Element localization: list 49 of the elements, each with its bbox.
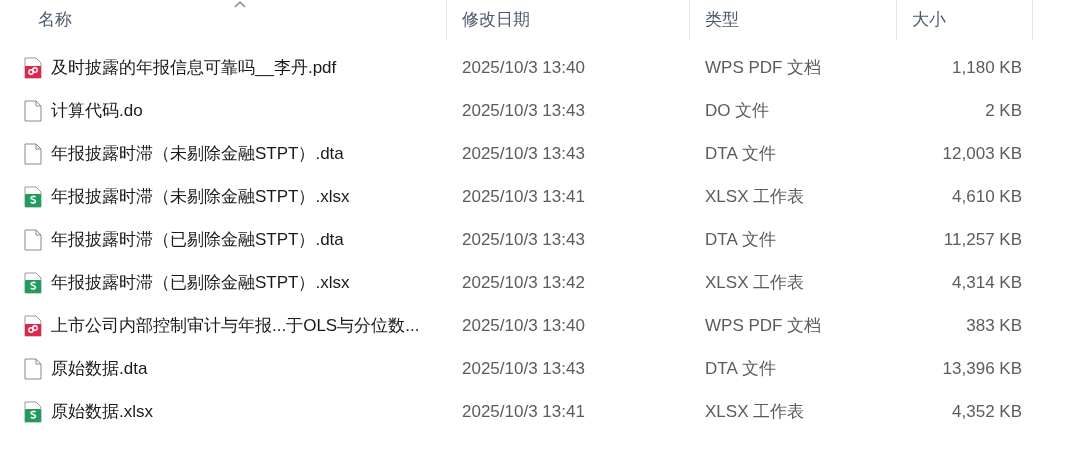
- column-header[interactable]: 名称: [38, 7, 72, 33]
- modified-date: 2025/10/3 13:42: [461, 271, 586, 294]
- modified-date: 2025/10/3 13:41: [461, 400, 586, 423]
- file-type: WPS PDF 文档: [704, 314, 823, 337]
- blank-file-icon: [24, 228, 42, 251]
- modified-date: 2025/10/3 13:40: [461, 314, 586, 337]
- column-header[interactable]: 大小: [912, 7, 946, 33]
- file-name[interactable]: 原始数据.dta: [51, 355, 148, 382]
- modified-date: 2025/10/3 13:43: [461, 228, 586, 251]
- file-type: XLSX 工作表: [704, 271, 806, 294]
- modified-date: 2025/10/3 13:43: [461, 357, 586, 380]
- modified-date: 2025/10/3 13:43: [461, 142, 586, 165]
- file-type: DTA 文件: [704, 142, 777, 165]
- file-size: 1,180 KB: [951, 56, 1022, 79]
- spreadsheet-file-icon: [24, 271, 42, 294]
- file-size: 383 KB: [965, 314, 1022, 337]
- file-name[interactable]: 上市公司内部控制审计与年报...于OLS与分位数...: [51, 312, 420, 339]
- blank-file-icon: [24, 99, 42, 122]
- file-type: DTA 文件: [704, 357, 777, 380]
- file-size: 4,610 KB: [951, 185, 1022, 208]
- blank-file-icon: [24, 357, 42, 380]
- file-size: 4,352 KB: [951, 400, 1022, 423]
- blank-file-icon: [24, 142, 42, 165]
- modified-date: 2025/10/3 13:43: [461, 99, 586, 122]
- file-type: DTA 文件: [704, 228, 777, 251]
- file-type: WPS PDF 文档: [704, 56, 823, 79]
- column-header[interactable]: 修改日期: [462, 7, 530, 33]
- file-size: 12,003 KB: [941, 142, 1022, 165]
- file-name[interactable]: 计算代码.do: [51, 97, 143, 124]
- file-name[interactable]: 年报披露时滞（未剔除金融STPT）.dta: [51, 140, 344, 167]
- file-type: XLSX 工作表: [704, 400, 806, 423]
- pdf-file-icon: [24, 314, 42, 337]
- file-type: DO 文件: [704, 99, 771, 122]
- pdf-file-icon: [24, 56, 42, 79]
- file-size: 4,314 KB: [951, 271, 1022, 294]
- modified-date: 2025/10/3 13:41: [461, 185, 586, 208]
- file-size: 2 KB: [984, 99, 1022, 122]
- file-name[interactable]: 原始数据.xlsx: [51, 398, 153, 425]
- modified-date: 2025/10/3 13:40: [461, 56, 586, 79]
- file-name[interactable]: 年报披露时滞（已剔除金融STPT）.dta: [51, 226, 344, 253]
- file-name[interactable]: 年报披露时滞（未剔除金融STPT）.xlsx: [51, 183, 350, 210]
- file-name[interactable]: 及时披露的年报信息可靠吗__李丹.pdf: [51, 54, 337, 81]
- file-size: 11,257 KB: [942, 228, 1022, 251]
- column-header[interactable]: 类型: [705, 7, 739, 33]
- spreadsheet-file-icon: [24, 185, 42, 208]
- file-type: XLSX 工作表: [704, 185, 806, 208]
- file-size: 13,396 KB: [941, 357, 1022, 380]
- file-name[interactable]: 年报披露时滞（已剔除金融STPT）.xlsx: [51, 269, 350, 296]
- spreadsheet-file-icon: [24, 400, 42, 423]
